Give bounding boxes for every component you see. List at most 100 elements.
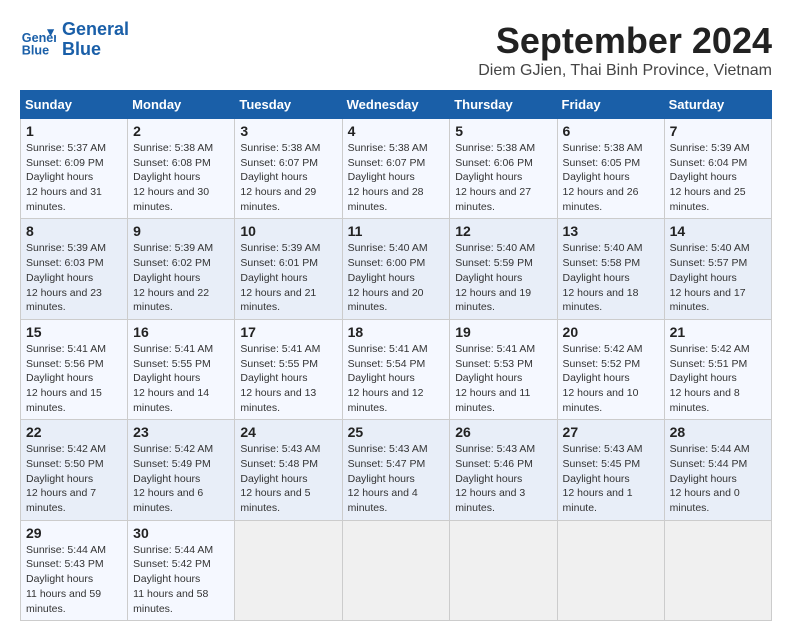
day-number: 11 <box>348 223 445 239</box>
day-info: Sunrise: 5:38 AM Sunset: 6:05 PM Dayligh… <box>563 141 659 214</box>
day-number: 27 <box>563 424 659 440</box>
calendar-cell <box>342 520 450 620</box>
calendar-cell: 13 Sunrise: 5:40 AM Sunset: 5:58 PM Dayl… <box>557 219 664 319</box>
calendar-cell: 2 Sunrise: 5:38 AM Sunset: 6:08 PM Dayli… <box>128 119 235 219</box>
day-info: Sunrise: 5:42 AM Sunset: 5:51 PM Dayligh… <box>670 342 766 415</box>
svg-text:Blue: Blue <box>22 43 49 57</box>
day-info: Sunrise: 5:38 AM Sunset: 6:06 PM Dayligh… <box>455 141 551 214</box>
calendar-week-row: 1 Sunrise: 5:37 AM Sunset: 6:09 PM Dayli… <box>21 119 772 219</box>
day-number: 26 <box>455 424 551 440</box>
day-info: Sunrise: 5:42 AM Sunset: 5:52 PM Dayligh… <box>563 342 659 415</box>
calendar-cell: 14 Sunrise: 5:40 AM Sunset: 5:57 PM Dayl… <box>664 219 771 319</box>
calendar-cell: 30 Sunrise: 5:44 AM Sunset: 5:42 PM Dayl… <box>128 520 235 620</box>
calendar-cell: 19 Sunrise: 5:41 AM Sunset: 5:53 PM Dayl… <box>450 319 557 419</box>
day-number: 4 <box>348 123 445 139</box>
day-number: 23 <box>133 424 229 440</box>
calendar-cell: 23 Sunrise: 5:42 AM Sunset: 5:49 PM Dayl… <box>128 420 235 520</box>
day-info: Sunrise: 5:38 AM Sunset: 6:07 PM Dayligh… <box>240 141 336 214</box>
logo: General Blue General Blue <box>20 20 129 60</box>
calendar-cell: 6 Sunrise: 5:38 AM Sunset: 6:05 PM Dayli… <box>557 119 664 219</box>
logo-line1: General <box>62 19 129 39</box>
day-info: Sunrise: 5:41 AM Sunset: 5:54 PM Dayligh… <box>348 342 445 415</box>
calendar-cell: 7 Sunrise: 5:39 AM Sunset: 6:04 PM Dayli… <box>664 119 771 219</box>
day-info: Sunrise: 5:44 AM Sunset: 5:44 PM Dayligh… <box>670 442 766 515</box>
day-info: Sunrise: 5:40 AM Sunset: 6:00 PM Dayligh… <box>348 241 445 314</box>
day-number: 29 <box>26 525 122 541</box>
day-header-saturday: Saturday <box>664 91 771 119</box>
calendar-cell: 28 Sunrise: 5:44 AM Sunset: 5:44 PM Dayl… <box>664 420 771 520</box>
day-number: 30 <box>133 525 229 541</box>
day-info: Sunrise: 5:40 AM Sunset: 5:59 PM Dayligh… <box>455 241 551 314</box>
day-info: Sunrise: 5:39 AM Sunset: 6:02 PM Dayligh… <box>133 241 229 314</box>
calendar-cell: 15 Sunrise: 5:41 AM Sunset: 5:56 PM Dayl… <box>21 319 128 419</box>
day-number: 24 <box>240 424 336 440</box>
day-number: 2 <box>133 123 229 139</box>
day-number: 18 <box>348 324 445 340</box>
day-number: 3 <box>240 123 336 139</box>
calendar-cell: 5 Sunrise: 5:38 AM Sunset: 6:06 PM Dayli… <box>450 119 557 219</box>
day-number: 1 <box>26 123 122 139</box>
day-info: Sunrise: 5:39 AM Sunset: 6:04 PM Dayligh… <box>670 141 766 214</box>
day-header-wednesday: Wednesday <box>342 91 450 119</box>
day-number: 10 <box>240 223 336 239</box>
day-number: 25 <box>348 424 445 440</box>
day-info: Sunrise: 5:42 AM Sunset: 5:49 PM Dayligh… <box>133 442 229 515</box>
calendar-table: SundayMondayTuesdayWednesdayThursdayFrid… <box>20 90 772 621</box>
day-number: 6 <box>563 123 659 139</box>
day-info: Sunrise: 5:42 AM Sunset: 5:50 PM Dayligh… <box>26 442 122 515</box>
calendar-cell <box>450 520 557 620</box>
calendar-cell: 10 Sunrise: 5:39 AM Sunset: 6:01 PM Dayl… <box>235 219 342 319</box>
day-info: Sunrise: 5:40 AM Sunset: 5:58 PM Dayligh… <box>563 241 659 314</box>
day-number: 28 <box>670 424 766 440</box>
calendar-cell: 26 Sunrise: 5:43 AM Sunset: 5:46 PM Dayl… <box>450 420 557 520</box>
calendar-cell: 20 Sunrise: 5:42 AM Sunset: 5:52 PM Dayl… <box>557 319 664 419</box>
day-info: Sunrise: 5:43 AM Sunset: 5:45 PM Dayligh… <box>563 442 659 515</box>
page-subtitle: Diem GJien, Thai Binh Province, Vietnam <box>478 62 772 80</box>
logo-icon: General Blue <box>20 22 56 58</box>
page-header: General Blue General Blue September 2024… <box>20 20 772 80</box>
day-info: Sunrise: 5:41 AM Sunset: 5:53 PM Dayligh… <box>455 342 551 415</box>
calendar-cell <box>235 520 342 620</box>
day-number: 22 <box>26 424 122 440</box>
day-info: Sunrise: 5:44 AM Sunset: 5:43 PM Dayligh… <box>26 543 122 616</box>
logo-text: General Blue <box>62 20 129 60</box>
calendar-cell: 11 Sunrise: 5:40 AM Sunset: 6:00 PM Dayl… <box>342 219 450 319</box>
day-number: 14 <box>670 223 766 239</box>
day-info: Sunrise: 5:41 AM Sunset: 5:56 PM Dayligh… <box>26 342 122 415</box>
day-number: 7 <box>670 123 766 139</box>
day-info: Sunrise: 5:39 AM Sunset: 6:03 PM Dayligh… <box>26 241 122 314</box>
day-header-tuesday: Tuesday <box>235 91 342 119</box>
day-info: Sunrise: 5:44 AM Sunset: 5:42 PM Dayligh… <box>133 543 229 616</box>
day-info: Sunrise: 5:38 AM Sunset: 6:07 PM Dayligh… <box>348 141 445 214</box>
calendar-cell: 18 Sunrise: 5:41 AM Sunset: 5:54 PM Dayl… <box>342 319 450 419</box>
calendar-cell: 17 Sunrise: 5:41 AM Sunset: 5:55 PM Dayl… <box>235 319 342 419</box>
day-info: Sunrise: 5:43 AM Sunset: 5:48 PM Dayligh… <box>240 442 336 515</box>
calendar-week-row: 8 Sunrise: 5:39 AM Sunset: 6:03 PM Dayli… <box>21 219 772 319</box>
calendar-cell: 25 Sunrise: 5:43 AM Sunset: 5:47 PM Dayl… <box>342 420 450 520</box>
page-title: September 2024 <box>478 20 772 62</box>
calendar-cell: 21 Sunrise: 5:42 AM Sunset: 5:51 PM Dayl… <box>664 319 771 419</box>
day-info: Sunrise: 5:41 AM Sunset: 5:55 PM Dayligh… <box>133 342 229 415</box>
calendar-cell: 22 Sunrise: 5:42 AM Sunset: 5:50 PM Dayl… <box>21 420 128 520</box>
calendar-cell: 27 Sunrise: 5:43 AM Sunset: 5:45 PM Dayl… <box>557 420 664 520</box>
calendar-cell: 1 Sunrise: 5:37 AM Sunset: 6:09 PM Dayli… <box>21 119 128 219</box>
calendar-week-row: 22 Sunrise: 5:42 AM Sunset: 5:50 PM Dayl… <box>21 420 772 520</box>
day-info: Sunrise: 5:41 AM Sunset: 5:55 PM Dayligh… <box>240 342 336 415</box>
day-header-monday: Monday <box>128 91 235 119</box>
day-info: Sunrise: 5:39 AM Sunset: 6:01 PM Dayligh… <box>240 241 336 314</box>
title-block: September 2024 Diem GJien, Thai Binh Pro… <box>478 20 772 80</box>
calendar-cell: 4 Sunrise: 5:38 AM Sunset: 6:07 PM Dayli… <box>342 119 450 219</box>
day-info: Sunrise: 5:38 AM Sunset: 6:08 PM Dayligh… <box>133 141 229 214</box>
day-number: 19 <box>455 324 551 340</box>
calendar-cell <box>557 520 664 620</box>
calendar-cell: 9 Sunrise: 5:39 AM Sunset: 6:02 PM Dayli… <box>128 219 235 319</box>
day-header-sunday: Sunday <box>21 91 128 119</box>
calendar-cell: 12 Sunrise: 5:40 AM Sunset: 5:59 PM Dayl… <box>450 219 557 319</box>
calendar-cell: 8 Sunrise: 5:39 AM Sunset: 6:03 PM Dayli… <box>21 219 128 319</box>
day-header-friday: Friday <box>557 91 664 119</box>
logo-line2: Blue <box>62 39 101 59</box>
day-info: Sunrise: 5:43 AM Sunset: 5:46 PM Dayligh… <box>455 442 551 515</box>
day-number: 17 <box>240 324 336 340</box>
day-number: 13 <box>563 223 659 239</box>
calendar-week-row: 15 Sunrise: 5:41 AM Sunset: 5:56 PM Dayl… <box>21 319 772 419</box>
